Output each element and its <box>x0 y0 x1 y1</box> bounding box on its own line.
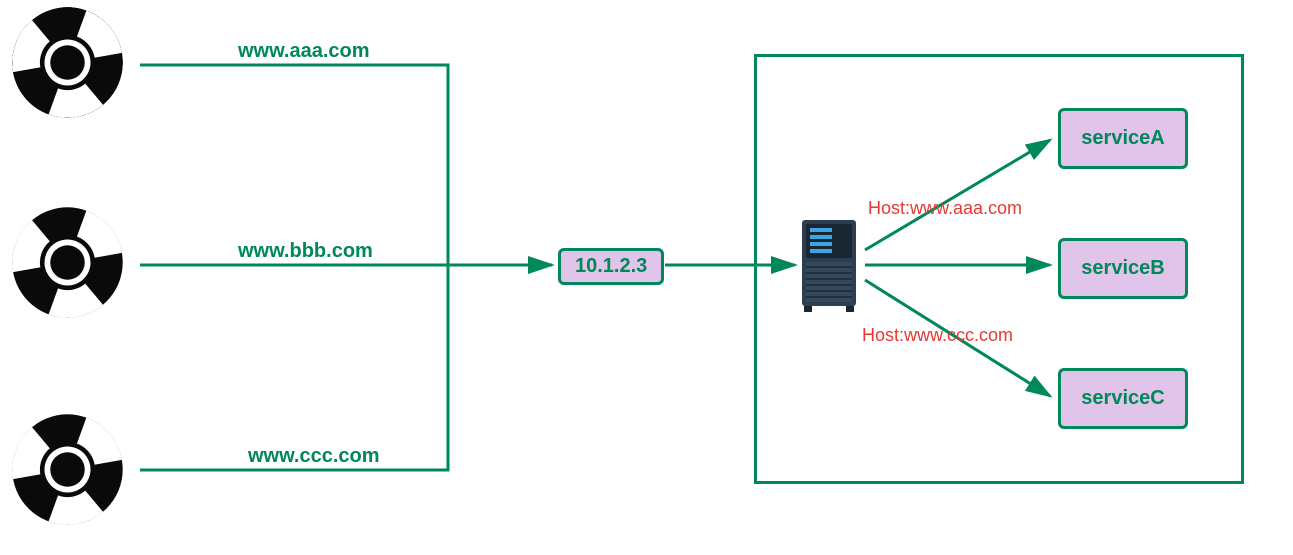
browser-icon-3 <box>10 412 125 527</box>
browser-icon-1 <box>10 5 125 120</box>
service-box-b: serviceB <box>1058 238 1188 299</box>
browser-icon-2 <box>10 205 125 320</box>
host-label-a: Host:www.aaa.com <box>868 198 1022 219</box>
ip-box: 10.1.2.3 <box>558 248 664 285</box>
service-box-c: serviceC <box>1058 368 1188 429</box>
host-label-c: Host:www.ccc.com <box>862 325 1013 346</box>
domain-label-1: www.aaa.com <box>238 40 370 63</box>
service-box-a: serviceA <box>1058 108 1188 169</box>
server-icon <box>800 218 858 318</box>
domain-label-2: www.bbb.com <box>238 240 373 263</box>
domain-label-3: www.ccc.com <box>248 445 380 468</box>
